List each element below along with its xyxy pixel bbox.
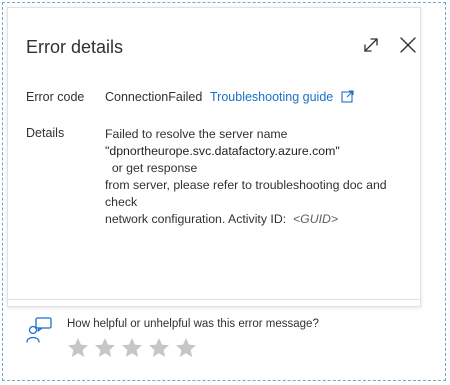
star-5-icon[interactable] xyxy=(174,336,198,360)
dialog-title: Error details xyxy=(26,37,124,57)
details-line-4-prefix: network configuration. Activity ID: xyxy=(105,212,293,226)
details-line-2: "dpnortheurope.svc.datafactory.azure.com… xyxy=(105,143,415,177)
error-details-dialog: Error details Error code ConnectionFaile… xyxy=(7,7,421,307)
feedback-question: How helpful or unhelpful was this error … xyxy=(67,318,319,330)
star-3-icon[interactable] xyxy=(120,336,144,360)
expand-icon[interactable] xyxy=(360,34,382,56)
details-line-2-rest: or get response xyxy=(105,161,198,175)
star-4-icon[interactable] xyxy=(147,336,171,360)
details-label: Details xyxy=(26,126,65,140)
activity-id-guid: <GUID> xyxy=(292,212,339,226)
close-icon[interactable] xyxy=(397,34,419,56)
server-hostname: "dpnortheurope.svc.datafactory.azure.com… xyxy=(105,144,340,158)
details-line-3: from server, please refer to troubleshoo… xyxy=(105,178,387,209)
feedback-divider xyxy=(8,299,420,300)
star-2-icon[interactable] xyxy=(93,336,117,360)
details-message: Failed to resolve the server name "dpnor… xyxy=(105,126,415,228)
error-code-value: ConnectionFailed xyxy=(105,90,203,104)
star-1-icon[interactable] xyxy=(66,336,90,360)
star-rating xyxy=(66,336,198,360)
details-line-4: network configuration. Activity ID: <GUI… xyxy=(105,211,415,228)
details-line-1: Failed to resolve the server name xyxy=(105,127,288,141)
troubleshooting-guide-label: Troubleshooting guide xyxy=(210,90,334,104)
feedback-person-icon xyxy=(25,316,53,344)
error-code-label: Error code xyxy=(26,90,85,104)
external-link-icon xyxy=(341,90,354,103)
troubleshooting-guide-link[interactable]: Troubleshooting guide xyxy=(210,90,354,104)
